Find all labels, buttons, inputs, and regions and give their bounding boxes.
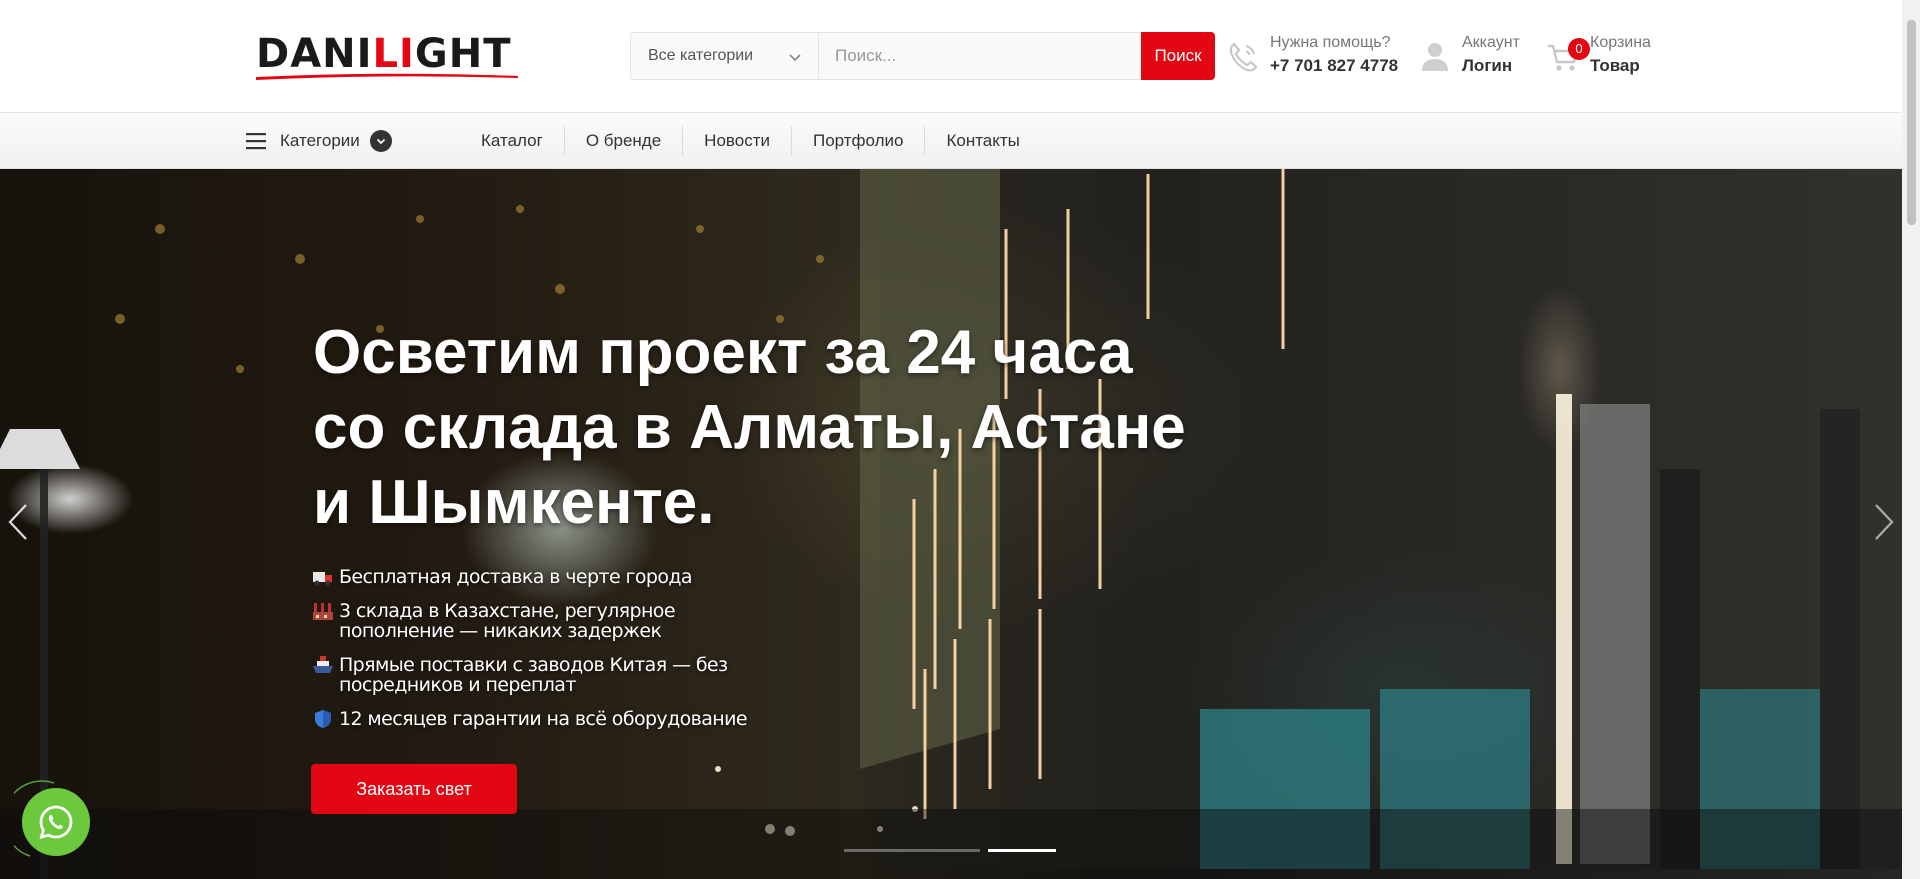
cart-label: Корзина	[1590, 34, 1651, 51]
logo-swoosh	[256, 73, 518, 80]
truck-icon	[313, 572, 332, 586]
factory-icon	[313, 603, 333, 620]
hero-slider: Осветим проект за 24 часа со склада в Ал…	[0, 169, 1902, 879]
account-link[interactable]: Аккаунт Логин	[1418, 32, 1520, 78]
slider-prev-arrow-icon[interactable]	[6, 501, 30, 543]
category-select[interactable]: Все категории	[631, 33, 819, 79]
nav-links: Каталог О бренде Новости Портфолио Конта…	[460, 113, 1041, 168]
search-bar: Все категории Поиск	[630, 32, 1215, 80]
login-link[interactable]: Логин	[1462, 54, 1520, 78]
site-header: DANILIGHT Все категории Поиск Нужна помо…	[0, 0, 1902, 112]
whatsapp-button[interactable]	[22, 788, 90, 856]
shield-icon	[315, 710, 331, 728]
slider-dot-3[interactable]	[988, 849, 1056, 852]
user-icon	[1422, 43, 1448, 71]
cart-items-label: Товар	[1590, 56, 1640, 75]
logo-wordmark: DANILIGHT	[256, 31, 512, 77]
main-nav: Категории Каталог О бренде Новости Портф…	[0, 112, 1902, 169]
menu-icon	[246, 133, 266, 150]
account-label: Аккаунт	[1462, 34, 1520, 51]
chevron-down-icon	[789, 54, 801, 62]
nav-link-contacts[interactable]: Контакты	[924, 125, 1040, 156]
page-scrollbar[interactable]	[1902, 0, 1920, 879]
logo[interactable]: DANILIGHT	[256, 34, 518, 80]
categories-toggle[interactable]: Категории	[246, 127, 392, 155]
help-contact[interactable]: Нужна помощь? +7 701 827 4778	[1226, 32, 1398, 78]
chevron-down-icon	[369, 130, 392, 152]
slider-dot-1[interactable]	[844, 849, 912, 852]
slider-pagination	[844, 849, 1056, 852]
feature-item: 3 склада в Казахстане, регулярное пополн…	[312, 601, 782, 641]
order-light-button[interactable]: Заказать свет	[311, 764, 517, 814]
categories-label: Категории	[280, 131, 360, 150]
nav-link-about[interactable]: О бренде	[563, 125, 682, 156]
category-select-value: Все категории	[648, 47, 754, 64]
nav-link-portfolio[interactable]: Портфолио	[790, 125, 924, 156]
nav-link-news[interactable]: Новости	[682, 125, 791, 156]
scrollbar-thumb[interactable]	[1907, 20, 1916, 225]
hero-feature-list: Бесплатная доставка в черте города 3 скл…	[312, 567, 782, 743]
feature-item: Прямые поставки с заводов Китая — без по…	[312, 655, 782, 695]
cart-count-badge: 0	[1568, 38, 1590, 60]
help-label: Нужна помощь?	[1270, 34, 1391, 51]
slider-dot-2[interactable]	[912, 849, 980, 852]
phone-icon	[1229, 42, 1258, 72]
whatsapp-icon	[39, 805, 73, 839]
nav-link-catalog[interactable]: Каталог	[460, 126, 564, 156]
ship-icon	[313, 656, 333, 673]
search-button[interactable]: Поиск	[1141, 32, 1215, 80]
page: DANILIGHT Все категории Поиск Нужна помо…	[0, 0, 1920, 879]
hero-title: Осветим проект за 24 часа со склада в Ал…	[313, 318, 1186, 537]
feature-item: 12 месяцев гарантии на всё оборудование	[312, 709, 782, 729]
help-phone[interactable]: +7 701 827 4778	[1270, 54, 1398, 78]
feature-item: Бесплатная доставка в черте города	[312, 567, 782, 587]
slider-next-arrow-icon[interactable]	[1872, 501, 1896, 543]
search-input[interactable]	[819, 33, 1141, 79]
cart-link[interactable]: 0 Корзина Товар	[1546, 32, 1651, 79]
